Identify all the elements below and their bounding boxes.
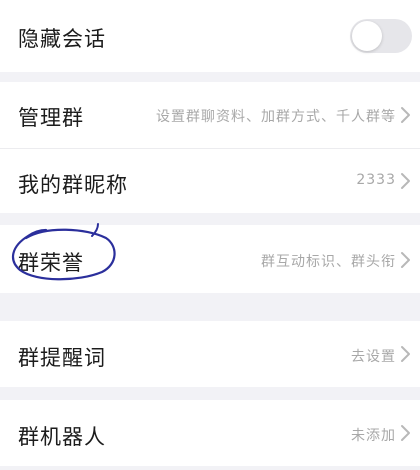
- group-reminder-label: 群提醒词: [18, 346, 106, 370]
- hide-chat-label: 隐藏会话: [18, 27, 106, 51]
- group-settings-list: 隐藏会话 管理群 设置群聊资料、加群方式、千人群等 我的群昵称 2333 群荣誉…: [0, 0, 420, 470]
- my-nickname-value: 2333: [356, 172, 396, 188]
- my-nickname-row[interactable]: 我的群昵称 2333: [0, 149, 420, 213]
- hide-chat-row: 隐藏会话: [0, 0, 420, 72]
- toggle-knob: [352, 21, 382, 51]
- chevron-right-icon: [398, 423, 412, 443]
- chevron-right-icon: [398, 105, 412, 125]
- group-robot-label: 群机器人: [18, 425, 106, 449]
- group-honor-row[interactable]: 群荣誉 群互动标识、群头衔: [0, 225, 420, 293]
- group-robot-value: 未添加: [351, 428, 396, 444]
- group-honor-value: 群互动标识、群头衔: [261, 254, 396, 270]
- hide-chat-toggle[interactable]: [350, 19, 412, 53]
- group-reminder-row[interactable]: 群提醒词 去设置: [0, 321, 420, 387]
- chevron-right-icon: [398, 171, 412, 191]
- group-robot-row[interactable]: 群机器人 未添加: [0, 400, 420, 466]
- my-nickname-label: 我的群昵称: [18, 173, 128, 197]
- manage-group-value: 设置群聊资料、加群方式、千人群等: [156, 109, 396, 125]
- group-honor-label: 群荣誉: [18, 251, 84, 275]
- chevron-right-icon: [398, 344, 412, 364]
- group-reminder-value: 去设置: [351, 349, 396, 365]
- manage-group-label: 管理群: [18, 106, 84, 130]
- manage-group-row[interactable]: 管理群 设置群聊资料、加群方式、千人群等: [0, 82, 420, 149]
- chevron-right-icon: [398, 250, 412, 270]
